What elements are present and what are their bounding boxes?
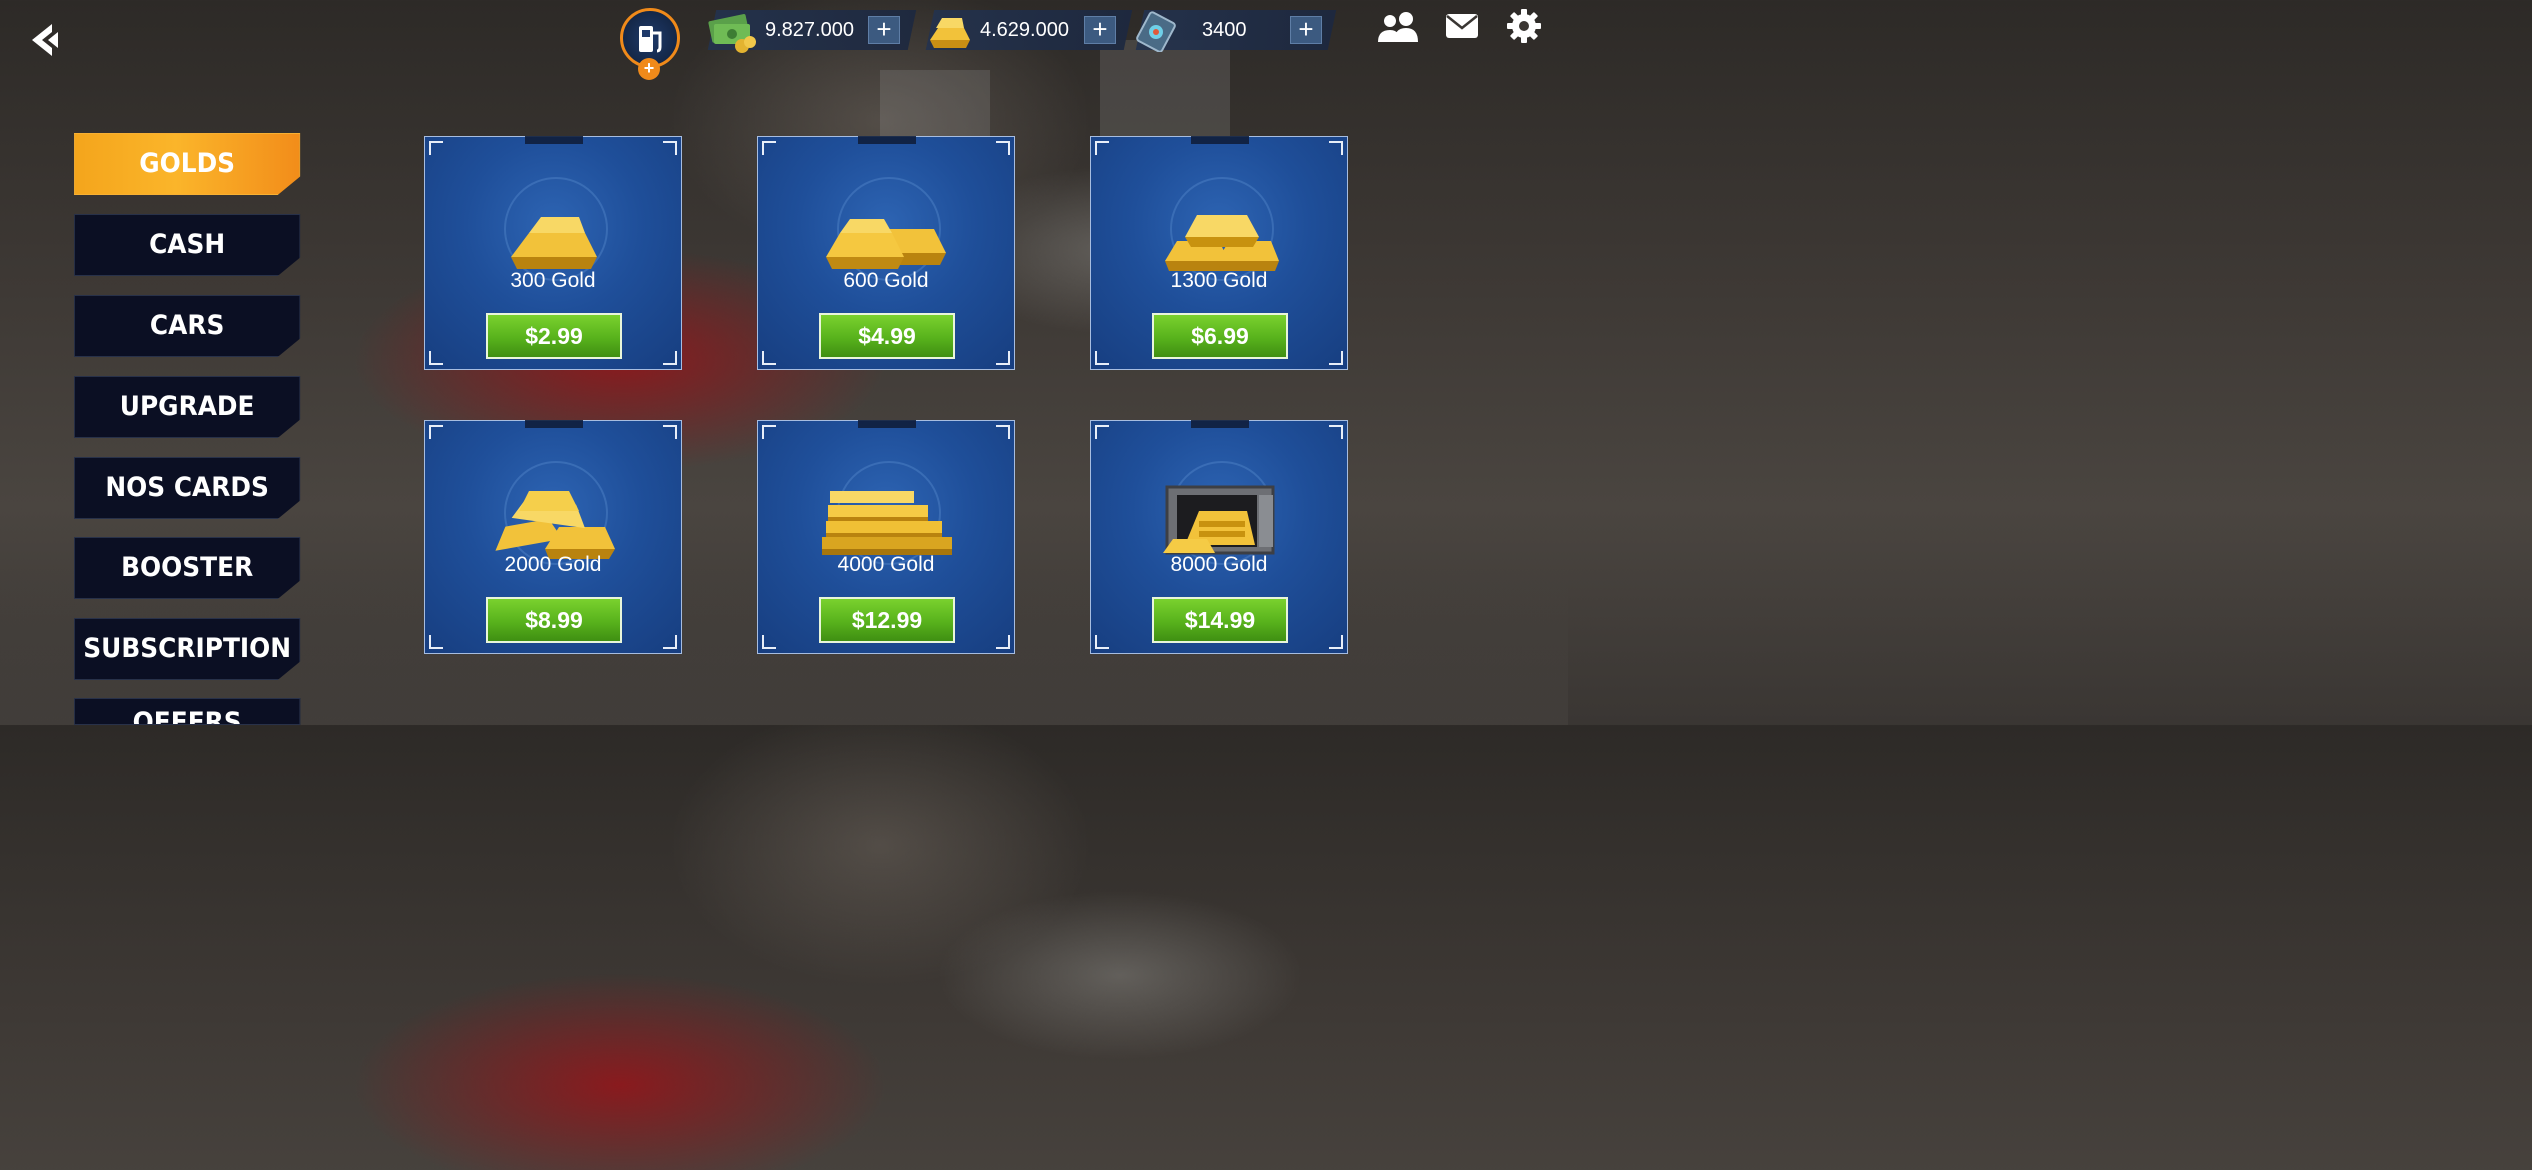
- card-corner: [1095, 351, 1109, 365]
- product-label: 4000 Gold: [837, 553, 935, 576]
- gold-bars-icon: [826, 219, 946, 269]
- add-card-button[interactable]: +: [1290, 16, 1322, 44]
- gold-chest-icon: [1163, 485, 1275, 555]
- product-label: 300 Gold: [510, 269, 596, 292]
- gold-stack-icon: [1165, 215, 1279, 271]
- sidebar-item-subscription[interactable]: SUBSCRIPTION: [74, 618, 301, 680]
- product-card-8000-gold[interactable]: 8000 Gold $14.99: [1090, 420, 1348, 654]
- product-card-4000-gold[interactable]: 4000 Gold $12.99: [757, 420, 1015, 654]
- buy-button[interactable]: $4.99: [819, 313, 955, 359]
- card-value: 3400: [1202, 19, 1247, 41]
- friends-icon[interactable]: [1376, 10, 1422, 44]
- buy-button[interactable]: $14.99: [1152, 597, 1288, 643]
- fuel-add-button[interactable]: +: [638, 58, 660, 80]
- card-corner: [1329, 425, 1343, 439]
- card-corner: [762, 141, 776, 155]
- buy-button[interactable]: $12.99: [819, 597, 955, 643]
- cash-value: 9.827.000: [765, 19, 854, 41]
- card-corner: [429, 351, 443, 365]
- card-corner: [663, 141, 677, 155]
- card-corner: [1095, 635, 1109, 649]
- card-corner: [663, 351, 677, 365]
- card-corner: [996, 425, 1010, 439]
- product-label: 2000 Gold: [504, 553, 602, 576]
- sidebar-item-golds[interactable]: GOLDS: [74, 133, 301, 195]
- add-gold-button[interactable]: +: [1084, 16, 1116, 44]
- card-corner: [1095, 425, 1109, 439]
- card-corner: [429, 425, 443, 439]
- card-corner: [1329, 351, 1343, 365]
- buy-button[interactable]: $6.99: [1152, 313, 1288, 359]
- product-label: 1300 Gold: [1170, 269, 1268, 292]
- product-card-2000-gold[interactable]: 2000 Gold $8.99: [424, 420, 682, 654]
- settings-gear-icon[interactable]: [1506, 8, 1542, 44]
- product-label: 8000 Gold: [1170, 553, 1268, 576]
- sidebar-item-upgrade[interactable]: UPGRADE: [74, 376, 301, 438]
- gold-bar-icon: [511, 217, 597, 269]
- add-cash-button[interactable]: +: [868, 16, 900, 44]
- product-card-300-gold[interactable]: 300 Gold $2.99: [424, 136, 682, 370]
- card-corner: [1329, 635, 1343, 649]
- gold-icon: [930, 18, 970, 48]
- product-label: 600 Gold: [843, 269, 929, 292]
- sidebar-item-cars[interactable]: CARS: [74, 295, 301, 357]
- gold-pile-icon: [495, 491, 615, 559]
- sidebar-item-cash[interactable]: CASH: [74, 214, 301, 276]
- card-corner: [762, 635, 776, 649]
- card-corner: [429, 635, 443, 649]
- fuel-pump-icon: [639, 26, 662, 53]
- card-corner: [1329, 141, 1343, 155]
- card-corner: [996, 141, 1010, 155]
- card-corner: [762, 425, 776, 439]
- card-corner: [996, 635, 1010, 649]
- card-corner: [762, 351, 776, 365]
- gold-pyramid-icon: [822, 491, 952, 555]
- sidebar-item-offers[interactable]: OFFERS: [74, 698, 301, 725]
- background-window: [880, 70, 990, 140]
- card-corner: [1095, 141, 1109, 155]
- sidebar-item-booster[interactable]: BOOSTER: [74, 537, 301, 599]
- product-card-1300-gold[interactable]: 1300 Gold $6.99: [1090, 136, 1348, 370]
- back-button[interactable]: [22, 18, 66, 62]
- sidebar-item-nos-cards[interactable]: NOS CARDS: [74, 457, 301, 519]
- card-corner: [996, 351, 1010, 365]
- buy-button[interactable]: $8.99: [486, 597, 622, 643]
- card-corner: [663, 635, 677, 649]
- card-corner: [663, 425, 677, 439]
- cash-icon: [708, 14, 756, 53]
- buy-button[interactable]: $2.99: [486, 313, 622, 359]
- mail-icon[interactable]: [1444, 12, 1480, 40]
- gold-value: 4.629.000: [980, 19, 1069, 41]
- back-arrow-icon: [32, 24, 58, 56]
- card-corner: [429, 141, 443, 155]
- product-card-600-gold[interactable]: 600 Gold $4.99: [757, 136, 1015, 370]
- card-chip-icon: [1136, 11, 1176, 52]
